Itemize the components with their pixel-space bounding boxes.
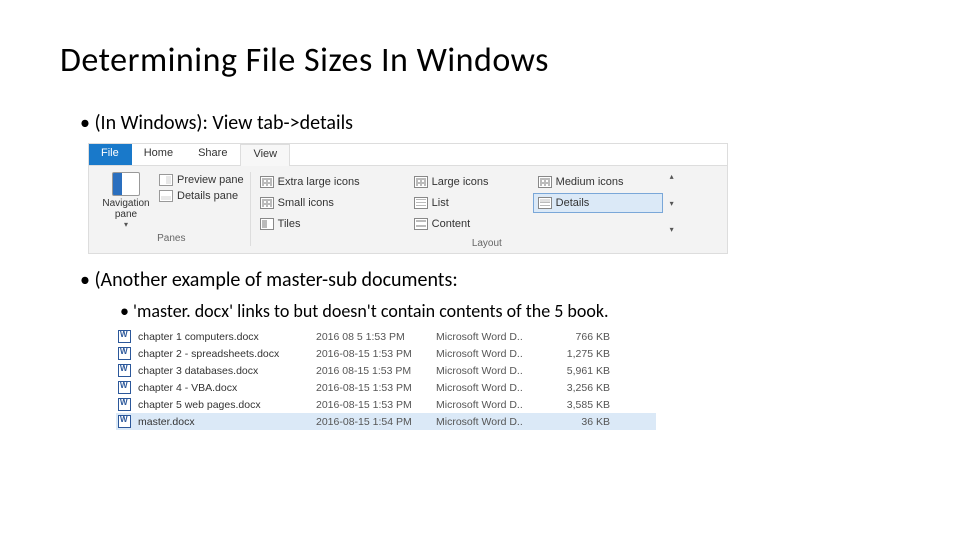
file-size: 36 KB	[546, 416, 616, 428]
chevron-up-icon: ▴	[670, 172, 674, 181]
bullet-text: (Another example of master-sub documents…	[94, 268, 457, 292]
group-caption-layout: Layout	[255, 238, 719, 251]
file-row[interactable]: chapter 3 databases.docx2016 08-15 1:53 …	[116, 362, 656, 379]
word-doc-icon	[118, 347, 131, 360]
word-doc-icon	[118, 330, 131, 343]
file-row[interactable]: chapter 5 web pages.docx2016-08-15 1:53 …	[116, 396, 656, 413]
file-size: 3,256 KB	[546, 382, 616, 394]
file-type: Microsoft Word D..	[436, 365, 546, 377]
file-row[interactable]: master.docx2016-08-15 1:54 PMMicrosoft W…	[116, 413, 656, 430]
preview-pane-button[interactable]: Preview pane	[159, 174, 244, 186]
file-date: 2016-08-15 1:54 PM	[316, 416, 436, 428]
layout-label: Small icons	[278, 197, 334, 209]
tiles-icon	[260, 218, 274, 230]
preview-pane-icon	[159, 174, 173, 186]
file-type: Microsoft Word D..	[436, 416, 546, 428]
file-size: 5,961 KB	[546, 365, 616, 377]
more-icon: ▾	[670, 225, 674, 234]
file-date: 2016-08-15 1:53 PM	[316, 399, 436, 411]
chevron-down-icon: ▾	[124, 220, 128, 229]
explorer-ribbon-screenshot: File Home Share View Navigation pane ▾ P…	[88, 143, 728, 254]
extra-large-icons-icon	[260, 176, 274, 188]
content-icon	[414, 218, 428, 230]
bullet-master-sub: • (Another example of master-sub documen…	[80, 268, 900, 292]
layout-label: Tiles	[278, 218, 301, 230]
layout-label: Large icons	[432, 176, 489, 188]
layout-details[interactable]: Details	[533, 193, 663, 213]
layout-small-icons[interactable]: Small icons	[255, 193, 405, 213]
layout-label: Extra large icons	[278, 176, 360, 188]
file-date: 2016-08-15 1:53 PM	[316, 382, 436, 394]
file-type: Microsoft Word D..	[436, 382, 546, 394]
file-name: chapter 1 computers.docx	[136, 331, 316, 343]
layout-list[interactable]: List	[409, 193, 529, 213]
file-row[interactable]: chapter 1 computers.docx2016 08 5 1:53 P…	[116, 328, 656, 345]
preview-pane-label: Preview pane	[177, 174, 244, 186]
navigation-pane-button[interactable]: Navigation pane ▾	[99, 172, 153, 229]
explorer-file-list-screenshot: chapter 1 computers.docx2016 08 5 1:53 P…	[116, 328, 656, 430]
layout-medium-icons[interactable]: Medium icons	[533, 172, 663, 192]
layout-content[interactable]: Content	[409, 214, 529, 234]
word-doc-icon	[118, 381, 131, 394]
details-pane-label: Details pane	[177, 190, 238, 202]
file-date: 2016 08 5 1:53 PM	[316, 331, 436, 343]
file-name: chapter 2 - spreadsheets.docx	[136, 348, 316, 360]
file-size: 1,275 KB	[546, 348, 616, 360]
tab-share[interactable]: Share	[186, 144, 240, 165]
layout-label: Details	[556, 197, 590, 209]
file-date: 2016 08-15 1:53 PM	[316, 365, 436, 377]
file-name: master.docx	[136, 416, 316, 428]
slide: Determining File Sizes In Windows • (In …	[0, 0, 960, 450]
small-icons-icon	[260, 197, 274, 209]
file-type: Microsoft Word D..	[436, 399, 546, 411]
ribbon-group-panes: Navigation pane ▾ Preview pane Details p…	[93, 172, 251, 246]
bullet-text: 'master. docx' links to but doesn't cont…	[133, 300, 609, 322]
file-type: Microsoft Word D..	[436, 348, 546, 360]
slide-title: Determining File Sizes In Windows	[60, 40, 900, 81]
file-size: 766 KB	[546, 331, 616, 343]
large-icons-icon	[414, 176, 428, 188]
layout-label: List	[432, 197, 449, 209]
file-type: Microsoft Word D..	[436, 331, 546, 343]
bullet-text: (In Windows): View tab->details	[94, 111, 353, 135]
file-name: chapter 3 databases.docx	[136, 365, 316, 377]
details-icon	[538, 197, 552, 209]
tab-file[interactable]: File	[89, 144, 132, 165]
chevron-down-icon: ▾	[670, 199, 674, 208]
layout-label: Medium icons	[556, 176, 624, 188]
bullet-master-link: • 'master. docx' links to but doesn't co…	[120, 300, 900, 322]
file-row[interactable]: chapter 2 - spreadsheets.docx2016-08-15 …	[116, 345, 656, 362]
ribbon-group-layout: Extra large icons Large icons Medium ico…	[251, 172, 723, 251]
layout-scroll-indicator[interactable]: ▴ ▾ ▾	[667, 172, 677, 234]
word-doc-icon	[118, 398, 131, 411]
file-row[interactable]: chapter 4 - VBA.docx2016-08-15 1:53 PMMi…	[116, 379, 656, 396]
details-pane-button[interactable]: Details pane	[159, 190, 244, 202]
layout-large-icons[interactable]: Large icons	[409, 172, 529, 192]
file-name: chapter 4 - VBA.docx	[136, 382, 316, 394]
file-size: 3,585 KB	[546, 399, 616, 411]
navigation-pane-icon	[112, 172, 140, 196]
layout-extra-large-icons[interactable]: Extra large icons	[255, 172, 405, 192]
file-name: chapter 5 web pages.docx	[136, 399, 316, 411]
layout-tiles[interactable]: Tiles	[255, 214, 405, 234]
tab-view[interactable]: View	[240, 144, 290, 166]
word-doc-icon	[118, 415, 131, 428]
layout-label: Content	[432, 218, 471, 230]
ribbon-body: Navigation pane ▾ Preview pane Details p…	[89, 166, 727, 253]
list-icon	[414, 197, 428, 209]
tab-home[interactable]: Home	[132, 144, 186, 165]
file-date: 2016-08-15 1:53 PM	[316, 348, 436, 360]
word-doc-icon	[118, 364, 131, 377]
bullet-view-details: • (In Windows): View tab->details	[80, 111, 900, 135]
details-pane-icon	[159, 190, 173, 202]
ribbon-tabbar: File Home Share View	[89, 144, 727, 166]
medium-icons-icon	[538, 176, 552, 188]
navigation-pane-label: Navigation pane	[99, 198, 153, 220]
group-caption-panes: Panes	[157, 233, 185, 246]
